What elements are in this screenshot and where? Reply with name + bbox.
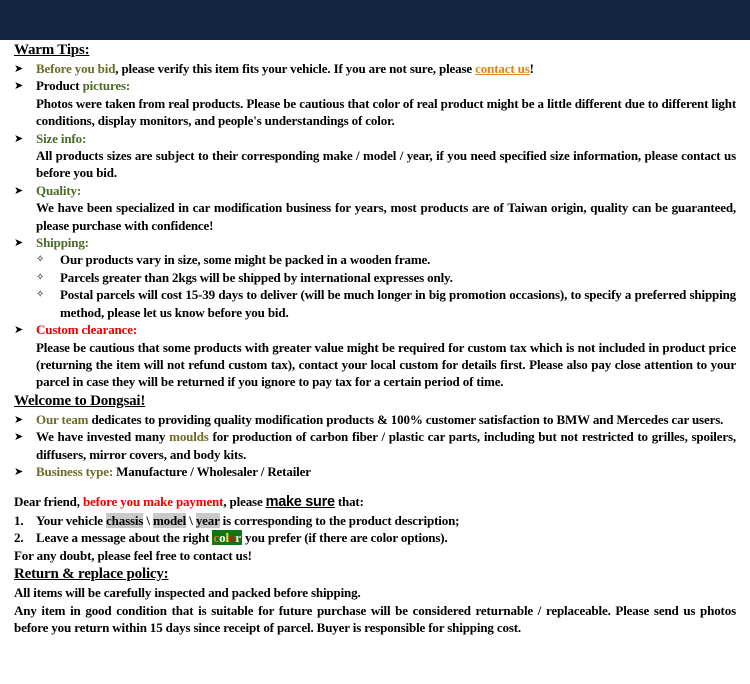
model-highlight: model bbox=[152, 512, 187, 528]
warm-tips-item-1-text: Before you bid, please verify this item … bbox=[36, 60, 736, 77]
payment-checklist-item-1: 1. Your vehicle chassis \ model \ year i… bbox=[14, 512, 736, 530]
page-root: Warm Tips: ➤ Before you bid, please veri… bbox=[0, 0, 750, 684]
size-info-label: Size info: bbox=[36, 130, 87, 146]
shipping-sub-item-3-text: Postal parcels will cost 15-39 days to d… bbox=[60, 287, 736, 320]
product-pictures-label-wrap: Product pictures: bbox=[36, 77, 736, 94]
business-type-rest: Manufacture / Wholesaler / Retailer bbox=[113, 463, 311, 479]
contact-us-link[interactable]: contact us bbox=[475, 61, 530, 76]
vehicle-pre: Your vehicle bbox=[36, 512, 107, 528]
arrow-bullet-icon: ➤ bbox=[14, 464, 24, 478]
warm-tips-item-size-info: ➤ Size info: bbox=[14, 130, 736, 147]
payment-intro-post: that: bbox=[334, 494, 364, 510]
warm-tips-item-product-pictures: ➤ Product pictures: bbox=[14, 77, 736, 94]
moulds-label: moulds bbox=[169, 429, 209, 445]
product-pictures-body: Photos were taken from real products. Pl… bbox=[36, 95, 736, 129]
diamond-bullet-icon: ✧ bbox=[36, 271, 45, 283]
before-payment-warning: before you make payment bbox=[82, 494, 224, 510]
our-team-label: Our team bbox=[36, 411, 89, 427]
shipping-sub-item: ✧ Parcels greater than 2kgs will be ship… bbox=[14, 269, 736, 286]
return-policy-line-2: Any item in good condition that is suita… bbox=[14, 602, 736, 636]
before-you-bid-tail: ! bbox=[529, 61, 534, 76]
payment-item-1-text: Your vehicle chassis \ model \ year is c… bbox=[36, 512, 459, 530]
custom-clearance-body: Please be cautious that some products wi… bbox=[36, 339, 736, 390]
warm-tips-item-shipping: ➤ Shipping: bbox=[14, 234, 736, 251]
diamond-bullet-icon: ✧ bbox=[36, 289, 45, 301]
shipping-sub-item: ✧ Our products vary in size, some might … bbox=[14, 251, 736, 268]
size-info-body: All products sizes are subject to their … bbox=[36, 148, 736, 181]
make-sure-emphasis: make sure bbox=[265, 494, 335, 511]
payment-intro-line: Dear friend, before you make payment, pl… bbox=[14, 493, 736, 511]
shipping-sub-item-1-text: Our products vary in size, some might be… bbox=[60, 252, 431, 268]
warm-tips-item-quality: ➤ Quality: bbox=[14, 182, 736, 199]
payment-intro-pre: Dear friend, bbox=[14, 494, 83, 510]
welcome-heading: Welcome to Dongsai! bbox=[14, 392, 146, 409]
diamond-bullet-icon: ✧ bbox=[36, 254, 45, 266]
sep-2: \ bbox=[186, 512, 196, 528]
welcome-item-2-text: We have invested many moulds for product… bbox=[36, 428, 736, 463]
business-type-label: Business type: bbox=[36, 463, 113, 479]
payment-item-2-text: Leave a message about the right color yo… bbox=[36, 529, 448, 547]
vehicle-post: is corresponding to the product descript… bbox=[219, 512, 460, 528]
welcome-item-1-text: Our team dedicates to providing quality … bbox=[36, 411, 736, 428]
color-post: you prefer (if there are color options). bbox=[241, 530, 448, 546]
warm-tips-item-before-you-bid: ➤ Before you bid, please verify this ite… bbox=[14, 60, 736, 77]
pictures-label: pictures: bbox=[82, 78, 131, 94]
sep-1: \ bbox=[143, 512, 153, 528]
color-pre: Leave a message about the right bbox=[36, 530, 213, 546]
welcome-item-our-team: ➤ Our team dedicates to providing qualit… bbox=[14, 411, 736, 428]
payment-item-2-number: 2. bbox=[14, 530, 24, 546]
moulds-pre: We have invested many bbox=[36, 429, 170, 445]
chassis-highlight: chassis bbox=[106, 512, 144, 528]
return-policy-line-1: All items will be carefully inspected an… bbox=[14, 585, 361, 601]
product-label: Product bbox=[36, 78, 83, 94]
color-letter-r: r bbox=[235, 530, 241, 546]
year-highlight: year bbox=[195, 512, 220, 528]
before-you-bid-rest: , please verify this item fits your vehi… bbox=[115, 61, 476, 76]
page-content: Warm Tips: ➤ Before you bid, please veri… bbox=[0, 40, 750, 637]
shipping-label: Shipping: bbox=[36, 235, 89, 251]
warm-tips-item-custom-clearance: ➤ Custom clearance: bbox=[14, 321, 736, 338]
payment-intro-mid: , please bbox=[223, 494, 266, 510]
arrow-bullet-icon: ➤ bbox=[14, 236, 24, 250]
arrow-bullet-icon: ➤ bbox=[14, 62, 24, 75]
shipping-sub-item-2-text: Parcels greater than 2kgs will be shippe… bbox=[60, 269, 453, 285]
arrow-bullet-icon: ➤ bbox=[14, 131, 24, 145]
quality-label: Quality: bbox=[36, 182, 82, 198]
our-team-rest: dedicates to providing quality modificat… bbox=[88, 411, 724, 427]
quality-body: We have been specialized in car modifica… bbox=[36, 200, 736, 233]
custom-clearance-label: Custom clearance: bbox=[36, 322, 138, 338]
payment-item-1-number: 1. bbox=[14, 512, 24, 528]
warm-tips-heading: Warm Tips: bbox=[14, 42, 90, 58]
top-banner-bar bbox=[0, 0, 750, 40]
payment-checklist-item-2: 2. Leave a message about the right color… bbox=[14, 529, 736, 547]
color-highlight-badge: color bbox=[212, 530, 242, 546]
shipping-sub-item: ✧ Postal parcels will cost 15-39 days to… bbox=[14, 286, 736, 321]
arrow-bullet-icon: ➤ bbox=[14, 430, 24, 444]
arrow-bullet-icon: ➤ bbox=[14, 323, 24, 337]
arrow-bullet-icon: ➤ bbox=[14, 183, 24, 197]
arrow-bullet-icon: ➤ bbox=[14, 412, 24, 426]
welcome-item-moulds: ➤ We have invested many moulds for produ… bbox=[14, 428, 736, 463]
before-you-bid-label: Before you bid bbox=[36, 61, 116, 76]
welcome-item-3-text: Business type: Manufacture / Wholesaler … bbox=[36, 463, 736, 480]
welcome-item-business-type: ➤ Business type: Manufacture / Wholesale… bbox=[14, 463, 736, 480]
arrow-bullet-icon: ➤ bbox=[14, 79, 24, 93]
return-policy-heading: Return & replace policy: bbox=[14, 566, 169, 583]
payment-closing-line: For any doubt, please feel free to conta… bbox=[14, 547, 252, 563]
